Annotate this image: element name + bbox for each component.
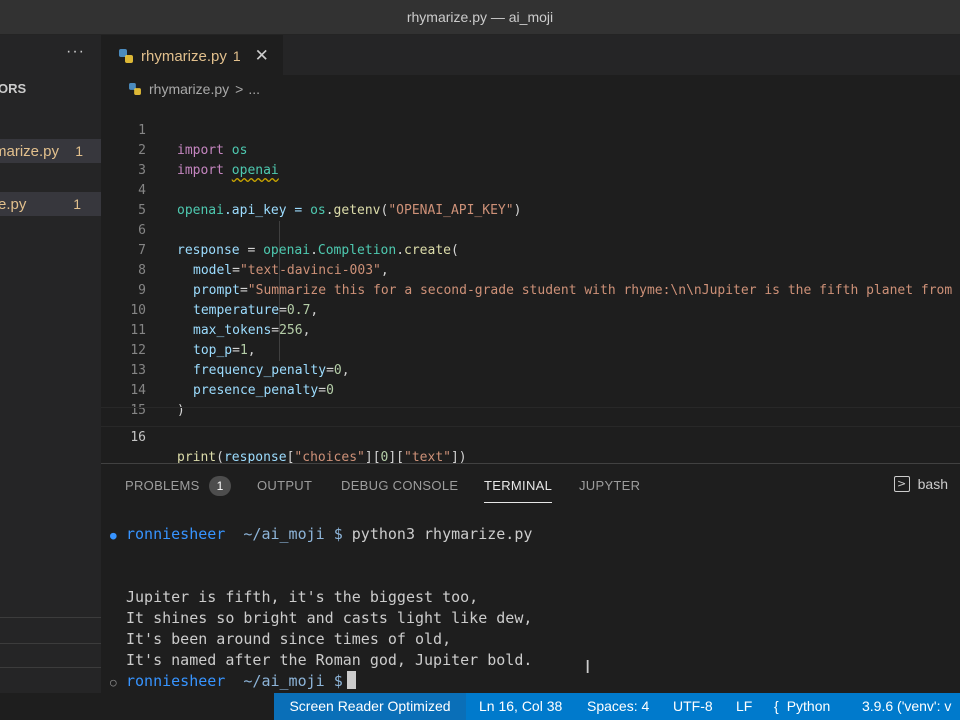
code-line[interactable]: 5 <box>101 181 960 218</box>
shell-name: bash <box>917 476 948 492</box>
code-line[interactable]: 8 prompt="Summarize this for a second-gr… <box>101 241 960 298</box>
terminal-output-line: Jupiter is fifth, it's the biggest too, <box>126 588 479 606</box>
tab-problem-count: 1 <box>232 48 241 64</box>
code-line[interactable]: 3 <box>101 141 960 178</box>
tab-terminal[interactable]: TERMINAL <box>484 478 553 503</box>
status-bar-left <box>0 693 274 720</box>
terminal-user: ronniesheer <box>126 672 226 690</box>
chevron-right-icon: > <box>235 81 244 97</box>
bottom-panel: PROBLEMS 1 OUTPUT DEBUG CONSOLE TERMINAL… <box>101 463 960 694</box>
terminal-output-line: It's been around since times of old, <box>126 630 452 648</box>
code-token: ( <box>216 450 224 463</box>
code-token: ][ <box>364 450 381 463</box>
text-cursor-icon: I <box>585 657 591 678</box>
open-editor-filename: marize.py <box>0 142 60 160</box>
close-icon[interactable]: ✕ <box>255 46 269 66</box>
language-label: Python <box>786 698 831 714</box>
code-line[interactable]: 12 frequency_penalty=0, <box>101 321 960 378</box>
code-token: "choices" <box>294 450 365 463</box>
code-line[interactable]: 9 temperature=0.7, <box>101 261 960 318</box>
tab-debug-console[interactable]: DEBUG CONSOLE <box>341 478 458 493</box>
cursor-position[interactable]: Ln 16, Col 38 <box>479 693 562 720</box>
code-line[interactable]: 7 model="text-davinci-003", <box>101 221 960 278</box>
problems-count-badge: 1 <box>209 476 231 496</box>
terminal-path: ~/ai_moji $ <box>243 672 343 690</box>
tab-rhymarize[interactable]: rhymarize.py 1 ✕ <box>101 35 283 76</box>
code-line[interactable]: 1 import os <box>101 101 960 158</box>
explorer-file-item[interactable]: e.py 1 <box>0 192 101 216</box>
tab-output[interactable]: OUTPUT <box>257 478 312 493</box>
code-line[interactable]: 11 top_p=1, <box>101 301 960 358</box>
terminal-user: ronniesheer <box>126 525 226 543</box>
terminal-path: ~/ai_moji $ <box>243 525 343 543</box>
terminal-command: python3 rhymarize.py <box>351 525 533 543</box>
breadcrumb: rhymarize.py > ... <box>101 76 960 102</box>
encoding[interactable]: UTF-8 <box>673 693 713 720</box>
terminal[interactable]: ● ronniesheer ~/ai_moji $ python3 rhymar… <box>101 514 960 694</box>
terminal-cursor <box>346 671 356 689</box>
open-editor-item[interactable]: marize.py 1 <box>0 139 101 163</box>
end-of-line[interactable]: LF <box>736 693 752 720</box>
explorer-problem-count: 1 <box>73 196 81 212</box>
code-line[interactable]: 13 presence_penalty=0 <box>101 341 960 398</box>
editor-tab-bar: rhymarize.py 1 ✕ <box>101 35 960 76</box>
language-mode[interactable]: { Python <box>774 693 830 720</box>
indentation[interactable]: Spaces: 4 <box>587 693 649 720</box>
tab-jupyter[interactable]: JUPYTER <box>579 478 640 493</box>
title-bar: rhymarize.py — ai_moji <box>0 0 960 35</box>
code-token: response <box>223 450 287 463</box>
sidebar-divider <box>0 617 101 618</box>
tab-problems[interactable]: PROBLEMS <box>125 478 200 493</box>
code-token: "text" <box>404 450 451 463</box>
more-actions-icon[interactable]: ··· <box>66 43 85 61</box>
terminal-prompt-line: ronniesheer ~/ai_moji $ python3 rhymariz… <box>126 524 532 545</box>
terminal-output-line: It's named after the Roman god, Jupiter … <box>126 651 533 669</box>
sidebar-divider <box>0 667 101 668</box>
explorer-sidebar: ··· ORS marize.py 1 e.py 1 <box>0 35 101 693</box>
python-file-icon <box>119 49 133 63</box>
command-success-icon: ● <box>110 529 117 542</box>
open-editor-problem-count: 1 <box>75 143 83 159</box>
terminal-prompt-line: ronniesheer ~/ai_moji $ <box>126 671 356 692</box>
terminal-output-line: It shines so bright and casts light like… <box>126 609 533 627</box>
window-title: rhymarize.py — ai_moji <box>406 9 554 25</box>
panel-tabs: PROBLEMS 1 OUTPUT DEBUG CONSOLE TERMINAL… <box>101 464 960 508</box>
code-token: ]) <box>450 450 467 463</box>
breadcrumb-file[interactable]: rhymarize.py <box>149 81 229 97</box>
code-line[interactable]: 15 <box>101 381 960 418</box>
line-number: 16 <box>130 430 146 445</box>
breadcrumb-symbols[interactable]: ... <box>248 81 260 97</box>
python-interpreter[interactable]: 3.9.6 ('venv': v <box>862 693 951 720</box>
code-token: ][ <box>388 450 405 463</box>
tab-label: rhymarize.py <box>141 47 227 65</box>
terminal-icon: > <box>893 476 910 492</box>
status-bar: Screen Reader Optimized Ln 16, Col 38 Sp… <box>0 693 960 720</box>
code-editor[interactable]: 1 import os 2 import openai 3 4 openai.a… <box>101 101 960 463</box>
code-line[interactable]: 6 response = openai.Completion.create( <box>101 201 960 258</box>
terminal-shell-selector[interactable]: > bash <box>893 476 960 492</box>
code-line[interactable]: 4 openai.api_key = os.getenv("OPENAI_API… <box>101 161 960 218</box>
code-line-current[interactable]: 16 print(response["choices"][0]["text"]) <box>101 407 960 463</box>
sidebar-divider <box>0 643 101 644</box>
explorer-filename: e.py <box>0 195 27 213</box>
braces-icon: { <box>774 698 779 714</box>
screen-reader-mode[interactable]: Screen Reader Optimized <box>274 693 466 720</box>
code-line[interactable]: 14 ) <box>101 361 960 418</box>
open-editors-heading[interactable]: ORS <box>0 81 26 96</box>
prompt-idle-icon: ○ <box>110 676 117 689</box>
code-line[interactable]: 10 max_tokens=256, <box>101 281 960 338</box>
code-line[interactable]: 2 import openai <box>101 121 960 178</box>
code-token: print <box>177 450 217 463</box>
python-file-icon <box>129 83 141 95</box>
